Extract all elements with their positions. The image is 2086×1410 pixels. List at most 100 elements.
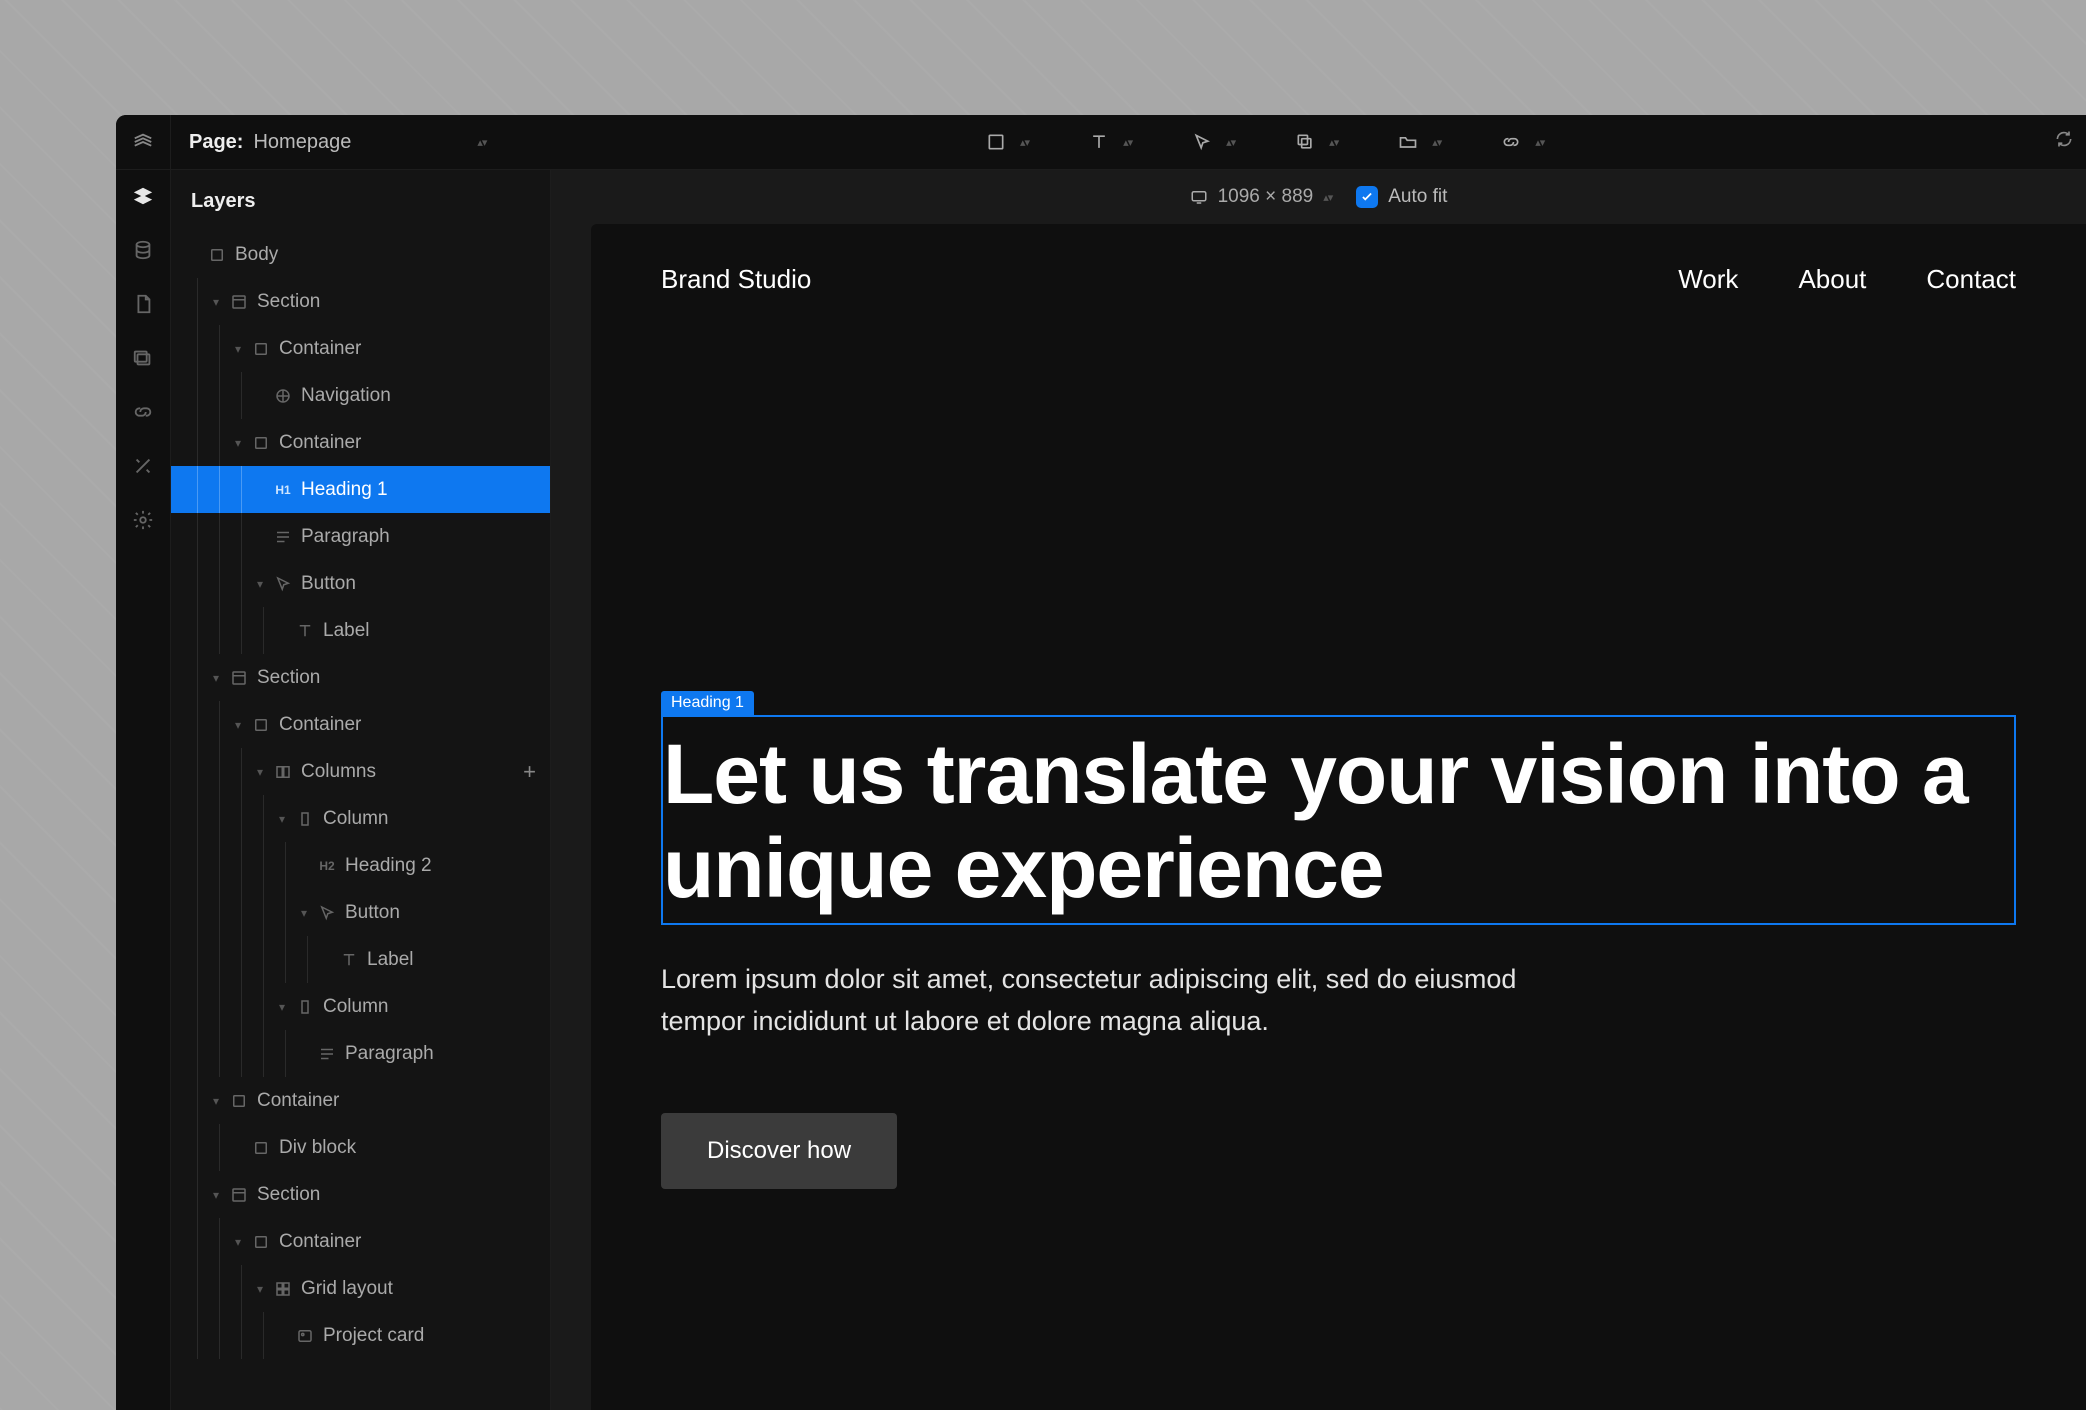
folder-tool[interactable]: ▴▾ [1398,132,1441,152]
copy-tool[interactable]: ▴▾ [1295,132,1338,152]
add-icon[interactable]: + [523,759,536,785]
layer-node[interactable]: ▾Container [171,1077,550,1124]
rail-settings[interactable] [131,508,155,532]
twisty-icon[interactable]: ▾ [209,1188,223,1202]
twisty-icon[interactable]: ▾ [253,765,267,779]
rail-assets[interactable] [131,346,155,370]
viewport-size[interactable]: 1096 × 889 ▴▾ [1190,186,1333,208]
text-tool[interactable]: ▴▾ [1089,132,1132,152]
layer-node[interactable]: Div block [171,1124,550,1171]
container-icon [251,1232,271,1252]
square-icon [251,1138,271,1158]
cta-button[interactable]: Discover how [661,1113,897,1189]
twisty-icon[interactable]: ▾ [231,436,245,450]
h1-icon: H1 [273,480,293,500]
layer-label: Paragraph [345,1043,434,1065]
layer-label: Column [323,808,388,830]
twisty-icon[interactable]: ▾ [231,1235,245,1249]
layer-node[interactable]: Label [171,936,550,983]
nav-link-contact[interactable]: Contact [1926,264,2016,295]
layer-node[interactable]: Navigation [171,372,550,419]
layer-label: Section [257,667,320,689]
layer-node[interactable]: Paragraph [171,1030,550,1077]
hero-paragraph[interactable]: Lorem ipsum dolor sit amet, consectetur … [661,959,1521,1043]
hero-heading[interactable]: Let us translate your vision into a uniq… [663,717,2014,923]
layer-node[interactable]: Body [171,231,550,278]
twisty-icon[interactable]: ▾ [253,1282,267,1296]
chevron-updown-icon: ▴▾ [1123,136,1132,149]
twisty-icon[interactable]: ▾ [275,1000,289,1014]
page-nav: Brand Studio Work About Contact [591,224,2086,335]
canvas-header: 1096 × 889 ▴▾ Auto fit [551,170,2086,224]
layer-node[interactable]: ▾Container [171,419,550,466]
section-icon [229,668,249,688]
layer-label: Columns [301,761,376,783]
layer-label: Section [257,1184,320,1206]
nav-link-about[interactable]: About [1798,264,1866,295]
layer-node[interactable]: H1Heading 1 [171,466,550,513]
frame-tool[interactable]: ▴▾ [986,132,1029,152]
chevron-updown-icon: ▴▾ [1329,136,1338,149]
layer-node[interactable]: ▾Column [171,983,550,1030]
container-icon [251,339,271,359]
layer-node[interactable]: Project card [171,1312,550,1359]
page-selector[interactable]: Page: Homepage ▴▾ [171,131,504,154]
topbar: Page: Homepage ▴▾ ▴▾ ▴▾ ▴▾ ▴▾ [116,115,2086,170]
h2-icon: H2 [317,856,337,876]
selected-element[interactable]: Heading 1 Let us translate your vision i… [661,715,2016,925]
layer-node[interactable]: ▾ Columns + [171,748,550,795]
cursor-icon [317,903,337,923]
chevron-updown-icon: ▴▾ [1226,136,1235,149]
canvas-frame[interactable]: Brand Studio Work About Contact Heading … [591,224,2086,1410]
checkbox-checked-icon [1356,186,1378,208]
layer-node[interactable]: ▾Container [171,325,550,372]
viewport-dimensions: 1096 × 889 [1218,186,1314,208]
canvas-area: 1096 × 889 ▴▾ Auto fit Brand Studio Work… [551,170,2086,1410]
twisty-icon[interactable]: ▾ [231,718,245,732]
layer-node[interactable]: ▾ Container [171,1218,550,1265]
layer-node[interactable]: ▾Button [171,889,550,936]
layer-node[interactable]: ▾Container [171,701,550,748]
sync-icon[interactable] [2054,129,2074,149]
rail-link[interactable] [131,400,155,424]
card-icon [295,1326,315,1346]
layer-label: Paragraph [301,526,390,548]
layer-node[interactable]: ▾ Section [171,1171,550,1218]
twisty-icon[interactable]: ▾ [253,577,267,591]
layer-label: Container [279,1231,361,1253]
twisty-icon[interactable]: ▾ [209,295,223,309]
layer-node[interactable]: ▾ Grid layout [171,1265,550,1312]
link-tool[interactable]: ▴▾ [1501,132,1544,152]
twisty-icon[interactable]: ▾ [275,812,289,826]
nav-link-work[interactable]: Work [1678,264,1738,295]
cta-label: Discover how [707,1137,851,1164]
rail-data[interactable] [131,238,155,262]
layer-node[interactable]: ▾Button [171,560,550,607]
app-logo[interactable] [116,115,171,169]
layer-node[interactable]: ▾Section [171,278,550,325]
layer-node[interactable]: Paragraph [171,513,550,560]
rail-magic[interactable] [131,454,155,478]
twisty-icon[interactable]: ▾ [209,1094,223,1108]
twisty-icon[interactable]: ▾ [209,671,223,685]
layer-node[interactable]: ▾ Column [171,795,550,842]
layer-label: Navigation [301,385,391,407]
panel-title: Layers [171,170,550,231]
container-icon [251,433,271,453]
twisty-icon[interactable]: ▾ [231,342,245,356]
layer-label: Div block [279,1137,356,1159]
layer-label: Grid layout [301,1278,393,1300]
twisty-icon[interactable]: ▾ [297,906,311,920]
para-icon [273,527,293,547]
layer-node[interactable]: H2Heading 2 [171,842,550,889]
layer-label: Project card [323,1325,424,1347]
autofit-toggle[interactable]: Auto fit [1356,186,1447,208]
layers-panel: Layers Body ▾ Section ▾ Container Navigation ▾… [171,170,551,1410]
rail-page[interactable] [131,292,155,316]
layer-node[interactable]: ▾ Section [171,654,550,701]
rail-layers[interactable] [131,184,155,208]
left-rail [116,170,171,1410]
layer-node[interactable]: Label [171,607,550,654]
layer-label: Body [235,244,278,266]
select-tool[interactable]: ▴▾ [1192,132,1235,152]
